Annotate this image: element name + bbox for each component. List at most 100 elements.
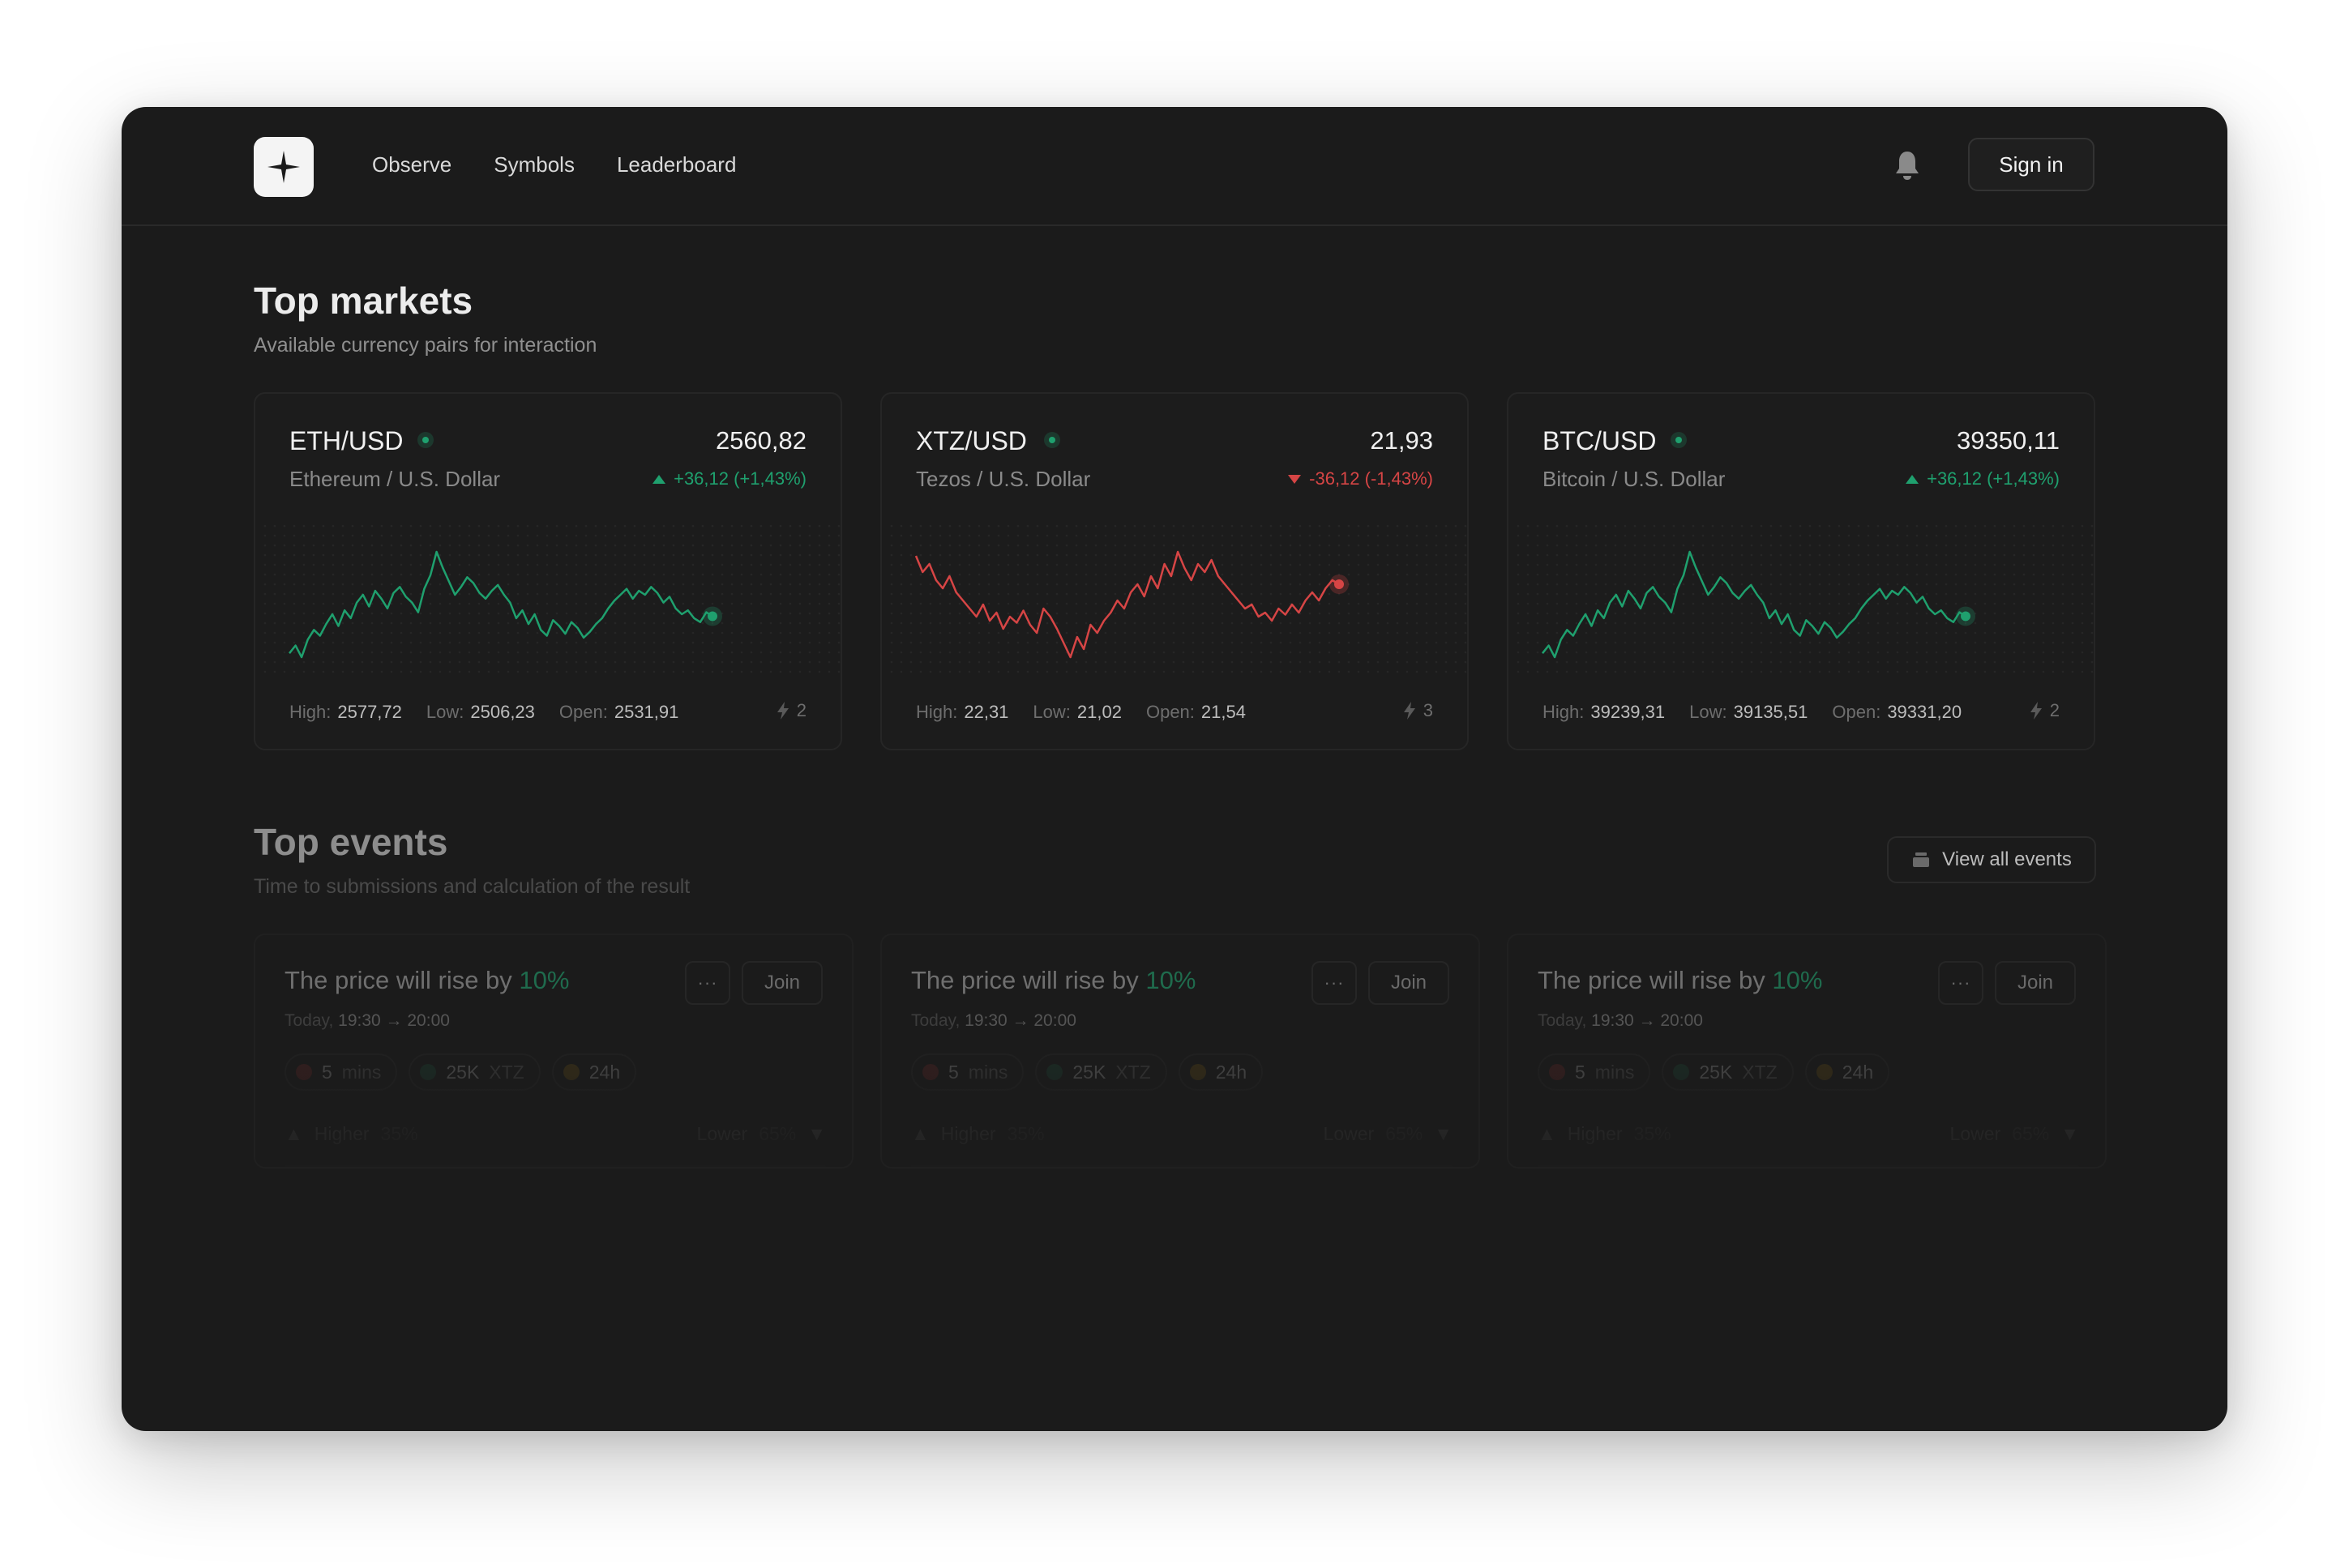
market-card-xtz[interactable]: XTZ/USD Tezos / U.S. Dollar 21,93 -36,12… — [880, 392, 1469, 750]
grid-dot — [312, 660, 315, 664]
grid-dot — [769, 553, 772, 557]
grid-dot — [1007, 524, 1010, 528]
grid-dot — [939, 592, 942, 596]
event-card[interactable]: The price will rise by 10% Today, 19:30 … — [254, 934, 854, 1169]
nav-symbols[interactable]: Symbols — [494, 152, 575, 177]
lower-option[interactable]: Lower 65% ▼ — [1950, 1123, 2079, 1145]
grid-dot — [1536, 592, 1539, 596]
grid-dot — [1886, 563, 1889, 566]
app-logo[interactable] — [254, 137, 314, 197]
view-all-events-button[interactable]: View all events — [1887, 836, 2096, 883]
event-card[interactable]: The price will rise by 10% Today, 19:30 … — [1507, 934, 2107, 1169]
grid-dot — [968, 641, 971, 644]
grid-dot — [1162, 660, 1166, 664]
higher-option[interactable]: ▲ Higher 35% — [285, 1123, 418, 1145]
price-sparkline — [1517, 524, 2094, 673]
nav-leaderboard[interactable]: Leaderboard — [617, 152, 736, 177]
join-button[interactable]: Join — [1995, 961, 2076, 1005]
grid-dot — [1536, 573, 1539, 576]
grid-dot — [497, 660, 500, 664]
grid-dot — [1915, 544, 1919, 547]
grid-dot — [1308, 612, 1311, 615]
grid-dot — [458, 524, 461, 528]
lower-option[interactable]: Lower 65% ▼ — [1324, 1123, 1453, 1145]
grid-dot — [370, 583, 374, 586]
grid-dot — [711, 583, 714, 586]
grid-dot — [730, 670, 734, 673]
grid-dot — [2052, 602, 2055, 605]
event-card[interactable]: The price will rise by 10% Today, 19:30 … — [880, 934, 1480, 1169]
grid-dot — [1721, 524, 1724, 528]
grid-dot — [1435, 592, 1438, 596]
grid-dot — [818, 563, 821, 566]
nav-observe[interactable]: Observe — [372, 152, 451, 177]
grid-dot — [283, 651, 286, 654]
grid-dot — [2071, 534, 2074, 537]
grid-dot — [1376, 602, 1380, 605]
grid-dot — [1672, 651, 1675, 654]
grid-dot — [721, 534, 724, 537]
grid-dot — [1046, 641, 1049, 644]
grid-dot — [1396, 563, 1399, 566]
grid-dot — [1016, 612, 1020, 615]
grid-dot — [409, 524, 413, 528]
grid-dot — [2042, 563, 2045, 566]
join-button[interactable]: Join — [742, 961, 823, 1005]
grid-dot — [1633, 612, 1637, 615]
grid-dot — [1376, 573, 1380, 576]
grid-dot — [614, 553, 617, 557]
grid-dot — [1104, 534, 1107, 537]
grid-dot — [759, 583, 763, 586]
grid-dot — [1347, 622, 1350, 625]
grid-dot — [380, 553, 383, 557]
lower-option[interactable]: Lower 65% ▼ — [697, 1123, 826, 1145]
grid-dot — [1406, 612, 1409, 615]
grid-dot — [2032, 592, 2035, 596]
grid-dot — [1614, 631, 1617, 634]
grid-dot — [555, 573, 558, 576]
grid-dot — [1808, 670, 1812, 673]
grid-dot — [273, 660, 276, 664]
grid-dot — [302, 660, 306, 664]
grid-dot — [2032, 660, 2035, 664]
market-card-eth[interactable]: ETH/USD Ethereum / U.S. Dollar 2560,82 +… — [254, 392, 842, 750]
grid-dot — [1594, 524, 1598, 528]
grid-dot — [2022, 622, 2026, 625]
grid-dot — [1425, 573, 1428, 576]
grid-dot — [1279, 651, 1282, 654]
notification-bell-icon[interactable] — [1893, 149, 1922, 182]
grid-dot — [623, 573, 627, 576]
grid-dot — [1357, 553, 1360, 557]
grid-dot — [2003, 641, 2006, 644]
market-card-btc[interactable]: BTC/USD Bitcoin / U.S. Dollar 39350,11 +… — [1507, 392, 2095, 750]
join-button[interactable]: Join — [1368, 961, 1449, 1005]
grid-dot — [1546, 563, 1549, 566]
grid-dot — [968, 612, 971, 615]
sign-in-button[interactable]: Sign in — [1968, 138, 2094, 191]
more-options-button[interactable]: ··· — [1938, 961, 1983, 1005]
grid-dot — [419, 641, 422, 644]
grid-dot — [1094, 612, 1097, 615]
grid-dot — [929, 524, 932, 528]
more-options-button[interactable]: ··· — [685, 961, 730, 1005]
grid-dot — [1318, 573, 1321, 576]
grid-dot — [779, 612, 782, 615]
grid-dot — [1386, 583, 1389, 586]
grid-dot — [1182, 631, 1185, 634]
grid-dot — [1721, 641, 1724, 644]
higher-option[interactable]: ▲ Higher 35% — [911, 1123, 1045, 1145]
grid-dot — [2071, 651, 2074, 654]
grid-dot — [828, 553, 831, 557]
grid-dot — [419, 563, 422, 566]
higher-option[interactable]: ▲ Higher 35% — [1538, 1123, 1671, 1145]
more-options-button[interactable]: ··· — [1311, 961, 1357, 1005]
grid-dot — [1808, 553, 1812, 557]
market-change-value: +36,12 (+1,43%) — [1927, 468, 2060, 489]
grid-dot — [730, 631, 734, 634]
grid-dot — [1337, 631, 1341, 634]
grid-dot — [380, 641, 383, 644]
grid-dot — [507, 602, 510, 605]
lightning-icon — [2030, 702, 2042, 720]
grid-dot — [507, 670, 510, 673]
event-title: The price will rise by 10% — [1538, 966, 1822, 995]
